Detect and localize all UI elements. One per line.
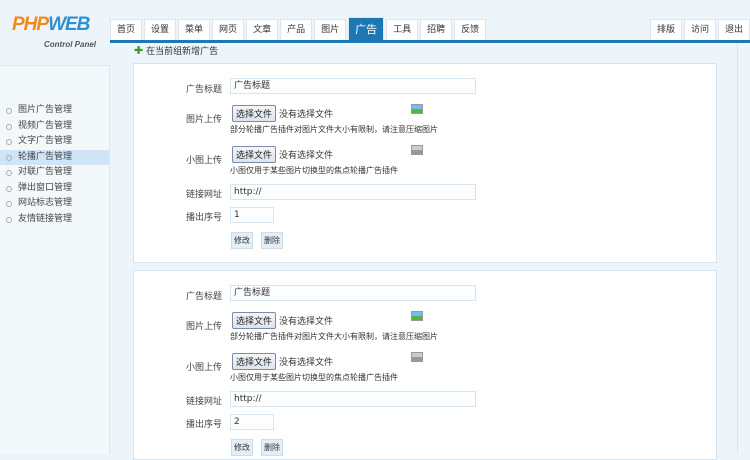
thumb-preview-icon (411, 352, 423, 362)
link-input[interactable]: http:// (230, 184, 476, 200)
divider (737, 43, 738, 454)
right-nav: 排版 访问 退出 (649, 19, 750, 40)
sidebar-item-image-ads[interactable]: 图片广告管理 (0, 103, 109, 119)
edit-button[interactable]: 修改 (231, 232, 253, 249)
top-nav: 首页 设置 菜单 网页 文章 产品 图片 广告 工具 招聘 反馈 (110, 17, 488, 40)
order-input[interactable]: 2 (230, 414, 274, 430)
tab-products[interactable]: 产品 (280, 19, 313, 40)
image-file-input[interactable]: 选择文件 没有选择文件 (232, 105, 333, 122)
tab-home[interactable]: 首页 (110, 19, 143, 40)
thumb-file-input[interactable]: 选择文件 没有选择文件 (232, 146, 333, 163)
tab-jobs[interactable]: 招聘 (420, 19, 453, 40)
sidebar: 图片广告管理 视频广告管理 文字广告管理 轮播广告管理 对联广告管理 弹出窗口管… (0, 65, 110, 454)
thumb-preview-icon (411, 145, 423, 155)
tab-articles[interactable]: 文章 (246, 19, 279, 40)
sidebar-item-site-logo[interactable]: 网站标志管理 (0, 196, 109, 212)
image-preview-icon (411, 104, 423, 114)
tab-pages[interactable]: 网页 (212, 19, 245, 40)
logo: PHPWEB Control Panel (12, 14, 97, 49)
delete-button[interactable]: 删除 (261, 232, 283, 249)
sidebar-item-carousel-ads[interactable]: 轮播广告管理 (0, 149, 109, 165)
add-ad-link[interactable]: ✚ 在当前组新增广告 (134, 44, 218, 57)
title-input[interactable]: 广告标题 (230, 285, 476, 301)
tab-visit[interactable]: 访问 (683, 19, 716, 40)
tab-ads[interactable]: 广告 (348, 17, 385, 40)
ad-panel: 广告标题 广告标题 图片上传 选择文件 没有选择文件 部分轮播广告插件对图片文件大… (133, 270, 717, 460)
tab-layout[interactable]: 排版 (649, 19, 682, 40)
tab-images[interactable]: 图片 (314, 19, 347, 40)
title-input[interactable]: 广告标题 (230, 78, 476, 94)
tab-menu[interactable]: 菜单 (178, 19, 211, 40)
nav-bar (110, 40, 750, 43)
image-file-input[interactable]: 选择文件 没有选择文件 (232, 312, 333, 329)
sidebar-item-couplet-ads[interactable]: 对联广告管理 (0, 165, 109, 181)
tab-tools[interactable]: 工具 (386, 19, 419, 40)
sidebar-item-links[interactable]: 友情链接管理 (0, 212, 109, 228)
sidebar-item-text-ads[interactable]: 文字广告管理 (0, 134, 109, 150)
ad-panel: 广告标题 广告标题 图片上传 选择文件 没有选择文件 部分轮播广告插件对图片文件大… (133, 63, 717, 263)
image-preview-icon (411, 311, 423, 321)
plus-icon: ✚ (134, 44, 144, 57)
link-input[interactable]: http:// (230, 391, 476, 407)
sidebar-item-popup[interactable]: 弹出窗口管理 (0, 181, 109, 197)
edit-button[interactable]: 修改 (231, 439, 253, 456)
sidebar-item-video-ads[interactable]: 视频广告管理 (0, 119, 109, 135)
thumb-file-input[interactable]: 选择文件 没有选择文件 (232, 353, 333, 370)
delete-button[interactable]: 删除 (261, 439, 283, 456)
tab-logout[interactable]: 退出 (717, 19, 750, 40)
order-input[interactable]: 1 (230, 207, 274, 223)
tab-settings[interactable]: 设置 (144, 19, 177, 40)
tab-feedback[interactable]: 反馈 (454, 19, 487, 40)
